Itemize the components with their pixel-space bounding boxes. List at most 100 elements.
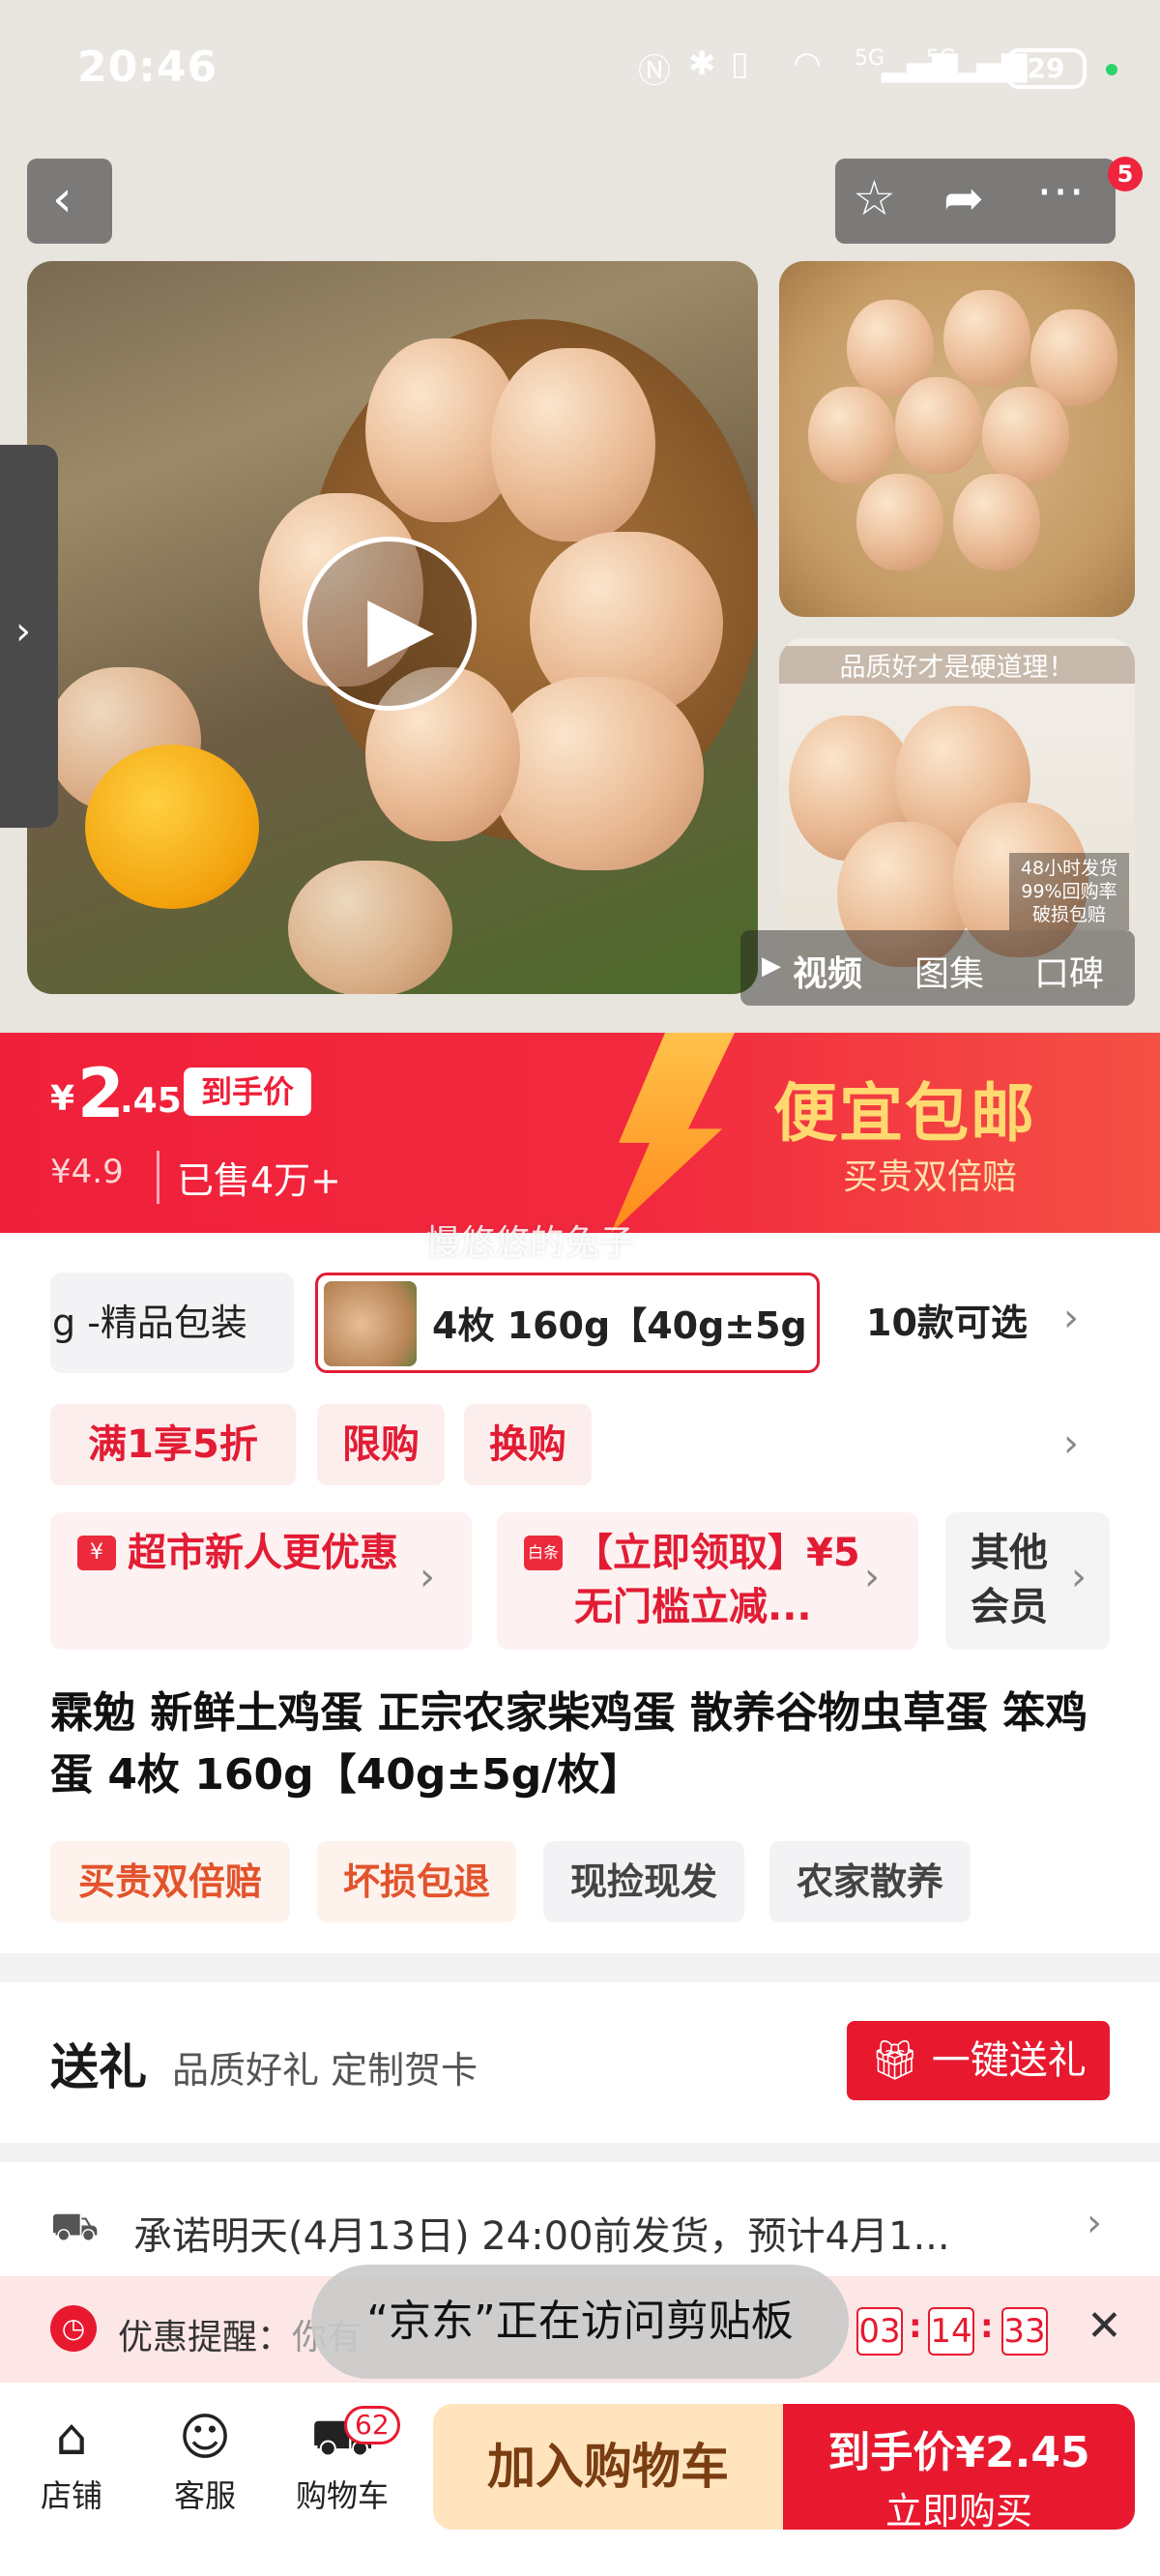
egg-shape xyxy=(943,290,1030,387)
buy-now-button[interactable]: 到手价¥2.45 立即购买 xyxy=(783,2404,1135,2532)
customer-service-button[interactable]: ☺ 客服 xyxy=(147,2404,263,2516)
clipboard-toast: “京东”正在访问剪贴板 xyxy=(311,2265,849,2379)
smile-icon: ☺ xyxy=(178,2409,232,2467)
back-button[interactable]: ‹ xyxy=(27,159,112,244)
notification-badge: 5 xyxy=(1108,157,1143,191)
eggshell-shape xyxy=(288,861,452,994)
price-decimal: .45 xyxy=(120,1081,182,1121)
truck-icon: ⛟ xyxy=(50,2205,100,2249)
share-icon[interactable]: ➦ xyxy=(943,170,984,226)
countdown-colon: : xyxy=(980,2307,994,2346)
play-video-button[interactable]: ▶ xyxy=(303,537,477,711)
chevron-right-icon[interactable]: › xyxy=(1063,1296,1079,1340)
egg-shape xyxy=(491,677,704,870)
feature-tag: 买贵双倍赔 xyxy=(50,1841,290,1922)
egg-yolk-shape xyxy=(85,745,259,909)
privacy-dot xyxy=(1106,64,1117,75)
send-gift-button[interactable]: 🎁︎ 一键送礼 xyxy=(847,2021,1110,2100)
price-currency: ¥ xyxy=(50,1079,75,1119)
chevron-right-icon: › xyxy=(420,1555,435,1599)
egg-shape xyxy=(808,387,895,483)
baitiao-icon: 白条 xyxy=(524,1536,563,1570)
chevron-right-icon[interactable]: › xyxy=(1063,1421,1079,1466)
media-tabs: ▶ 视频 图集 口碑 xyxy=(740,930,1135,1006)
price-tag: 到手价 xyxy=(184,1068,311,1116)
battery-icon: 29 xyxy=(1005,48,1087,89)
variant-count[interactable]: 10款可选 xyxy=(866,1273,1028,1373)
promo-tag[interactable]: 换购 xyxy=(464,1404,592,1485)
clock-icon: ◷ xyxy=(50,2305,97,2352)
buy-now-label: 立即购买 xyxy=(884,2490,1032,2532)
egg-shape xyxy=(856,474,943,571)
cart-label: 购物车 xyxy=(295,2477,389,2514)
lightning-icon xyxy=(611,1033,735,1233)
countdown-minutes: 14 xyxy=(928,2307,974,2356)
play-icon: ▶ xyxy=(367,576,435,678)
thumbnail-caption: 品质好才是硬道理！ xyxy=(779,646,1135,684)
feature-tag: 农家散养 xyxy=(769,1841,971,1922)
variant-option[interactable]: g -精品包装 xyxy=(50,1273,294,1373)
gift-title: 送礼 xyxy=(50,2039,147,2095)
tab-video[interactable]: 视频 xyxy=(793,946,862,996)
shop-label: 店铺 xyxy=(40,2477,102,2514)
egg-shape xyxy=(982,387,1069,483)
buy-price-label: 到手价¥2.45 xyxy=(827,2428,1090,2477)
nfc-icon: Ⓝ xyxy=(638,52,671,91)
shop-icon: ⌂ xyxy=(55,2409,88,2467)
coupon-card[interactable]: 其他会员 › xyxy=(945,1512,1110,1650)
countdown-colon: : xyxy=(909,2307,922,2346)
cart-count-badge: 62 xyxy=(344,2406,400,2444)
feature-tag: 现捡现发 xyxy=(543,1841,744,1922)
favorite-icon[interactable]: ☆ xyxy=(853,170,896,226)
tab-gallery[interactable]: 图集 xyxy=(914,946,984,996)
egg-shape xyxy=(953,474,1040,571)
chevron-right-icon: › xyxy=(864,1555,880,1599)
original-price: ¥4.9 xyxy=(50,1153,124,1191)
variant-option-selected[interactable]: 4枚 160g【40g±5g xyxy=(315,1273,820,1373)
coupon-icon: ¥ xyxy=(77,1536,116,1570)
thumbnail-image-1[interactable] xyxy=(779,261,1135,617)
chevron-right-icon: › xyxy=(1087,2201,1102,2245)
chevron-right-icon: › xyxy=(15,609,31,654)
variant-thumbnail xyxy=(324,1281,417,1366)
more-icon[interactable]: ⋯ xyxy=(1036,162,1085,219)
price-integer: 2 xyxy=(77,1054,125,1133)
service-label: 客服 xyxy=(173,2477,236,2514)
shop-button[interactable]: ⌂ 店铺 xyxy=(14,2404,130,2516)
countdown-seconds: 33 xyxy=(1001,2307,1048,2356)
user-watermark: 慢悠悠的兔子 xyxy=(425,1223,635,1263)
coupon-text: 【立即领取】¥5 无门槛立减... xyxy=(574,1531,860,1629)
coupon-card[interactable]: ¥ 超市新人更优惠 › xyxy=(50,1512,472,1650)
coupon-card[interactable]: 白条 【立即领取】¥5 无门槛立减... › xyxy=(497,1512,918,1650)
signal1-label: 5G xyxy=(855,46,885,71)
product-title: 霖勉 新鲜土鸡蛋 正宗农家柴鸡蛋 散养谷物虫草蛋 笨鸡蛋 4枚 160g【40g… xyxy=(50,1688,1088,1800)
countdown-hours: 03 xyxy=(856,2307,903,2356)
tab-reviews[interactable]: 口碑 xyxy=(1034,946,1104,996)
promo-tag[interactable]: 满1享5折 xyxy=(50,1404,296,1485)
add-to-cart-button[interactable]: 加入购物车 xyxy=(433,2404,783,2530)
back-icon: ‹ xyxy=(52,170,72,228)
thumbnail-note: 48小时发货 99%回购率 破损包赔 xyxy=(1009,853,1129,930)
status-time: 20:46 xyxy=(77,43,218,92)
egg-shape xyxy=(491,348,655,542)
header-actions: ☆ ➦ ⋯ xyxy=(835,159,1116,244)
chevron-right-icon: › xyxy=(1071,1555,1087,1599)
main-product-image[interactable]: ▶ xyxy=(27,261,758,994)
egg-shape xyxy=(895,377,982,474)
delivery-text: 承诺明天(4月13日) 24:00前发货，预计4月1... xyxy=(133,2214,950,2259)
promo-subtitle: 买贵双倍赔 xyxy=(843,1157,1018,1197)
promo-title: 便宜包邮 xyxy=(773,1076,1036,1151)
play-small-icon: ▶ xyxy=(762,951,781,981)
send-gift-label: 一键送礼 xyxy=(931,2038,1087,2083)
coupon-text: 其他会员 xyxy=(971,1531,1048,1629)
wifi-icon: ◠ xyxy=(793,44,822,83)
price-banner: ¥ 2 .45 到手价 ¥4.9 已售4万+ 便宜包邮 买贵双倍赔 xyxy=(0,1033,1160,1233)
side-drawer-handle[interactable]: › xyxy=(0,445,58,828)
gift-icon: 🎁︎ xyxy=(870,2038,932,2083)
bluetooth-icon: ✱ xyxy=(688,44,716,83)
gift-subtitle: 品质好礼 定制贺卡 xyxy=(172,2049,478,2092)
promo-tag[interactable]: 限购 xyxy=(317,1404,445,1485)
sold-count: 已售4万+ xyxy=(157,1151,341,1204)
close-icon[interactable]: ✕ xyxy=(1087,2301,1122,2351)
vibrate-icon: ▯ xyxy=(731,44,749,83)
